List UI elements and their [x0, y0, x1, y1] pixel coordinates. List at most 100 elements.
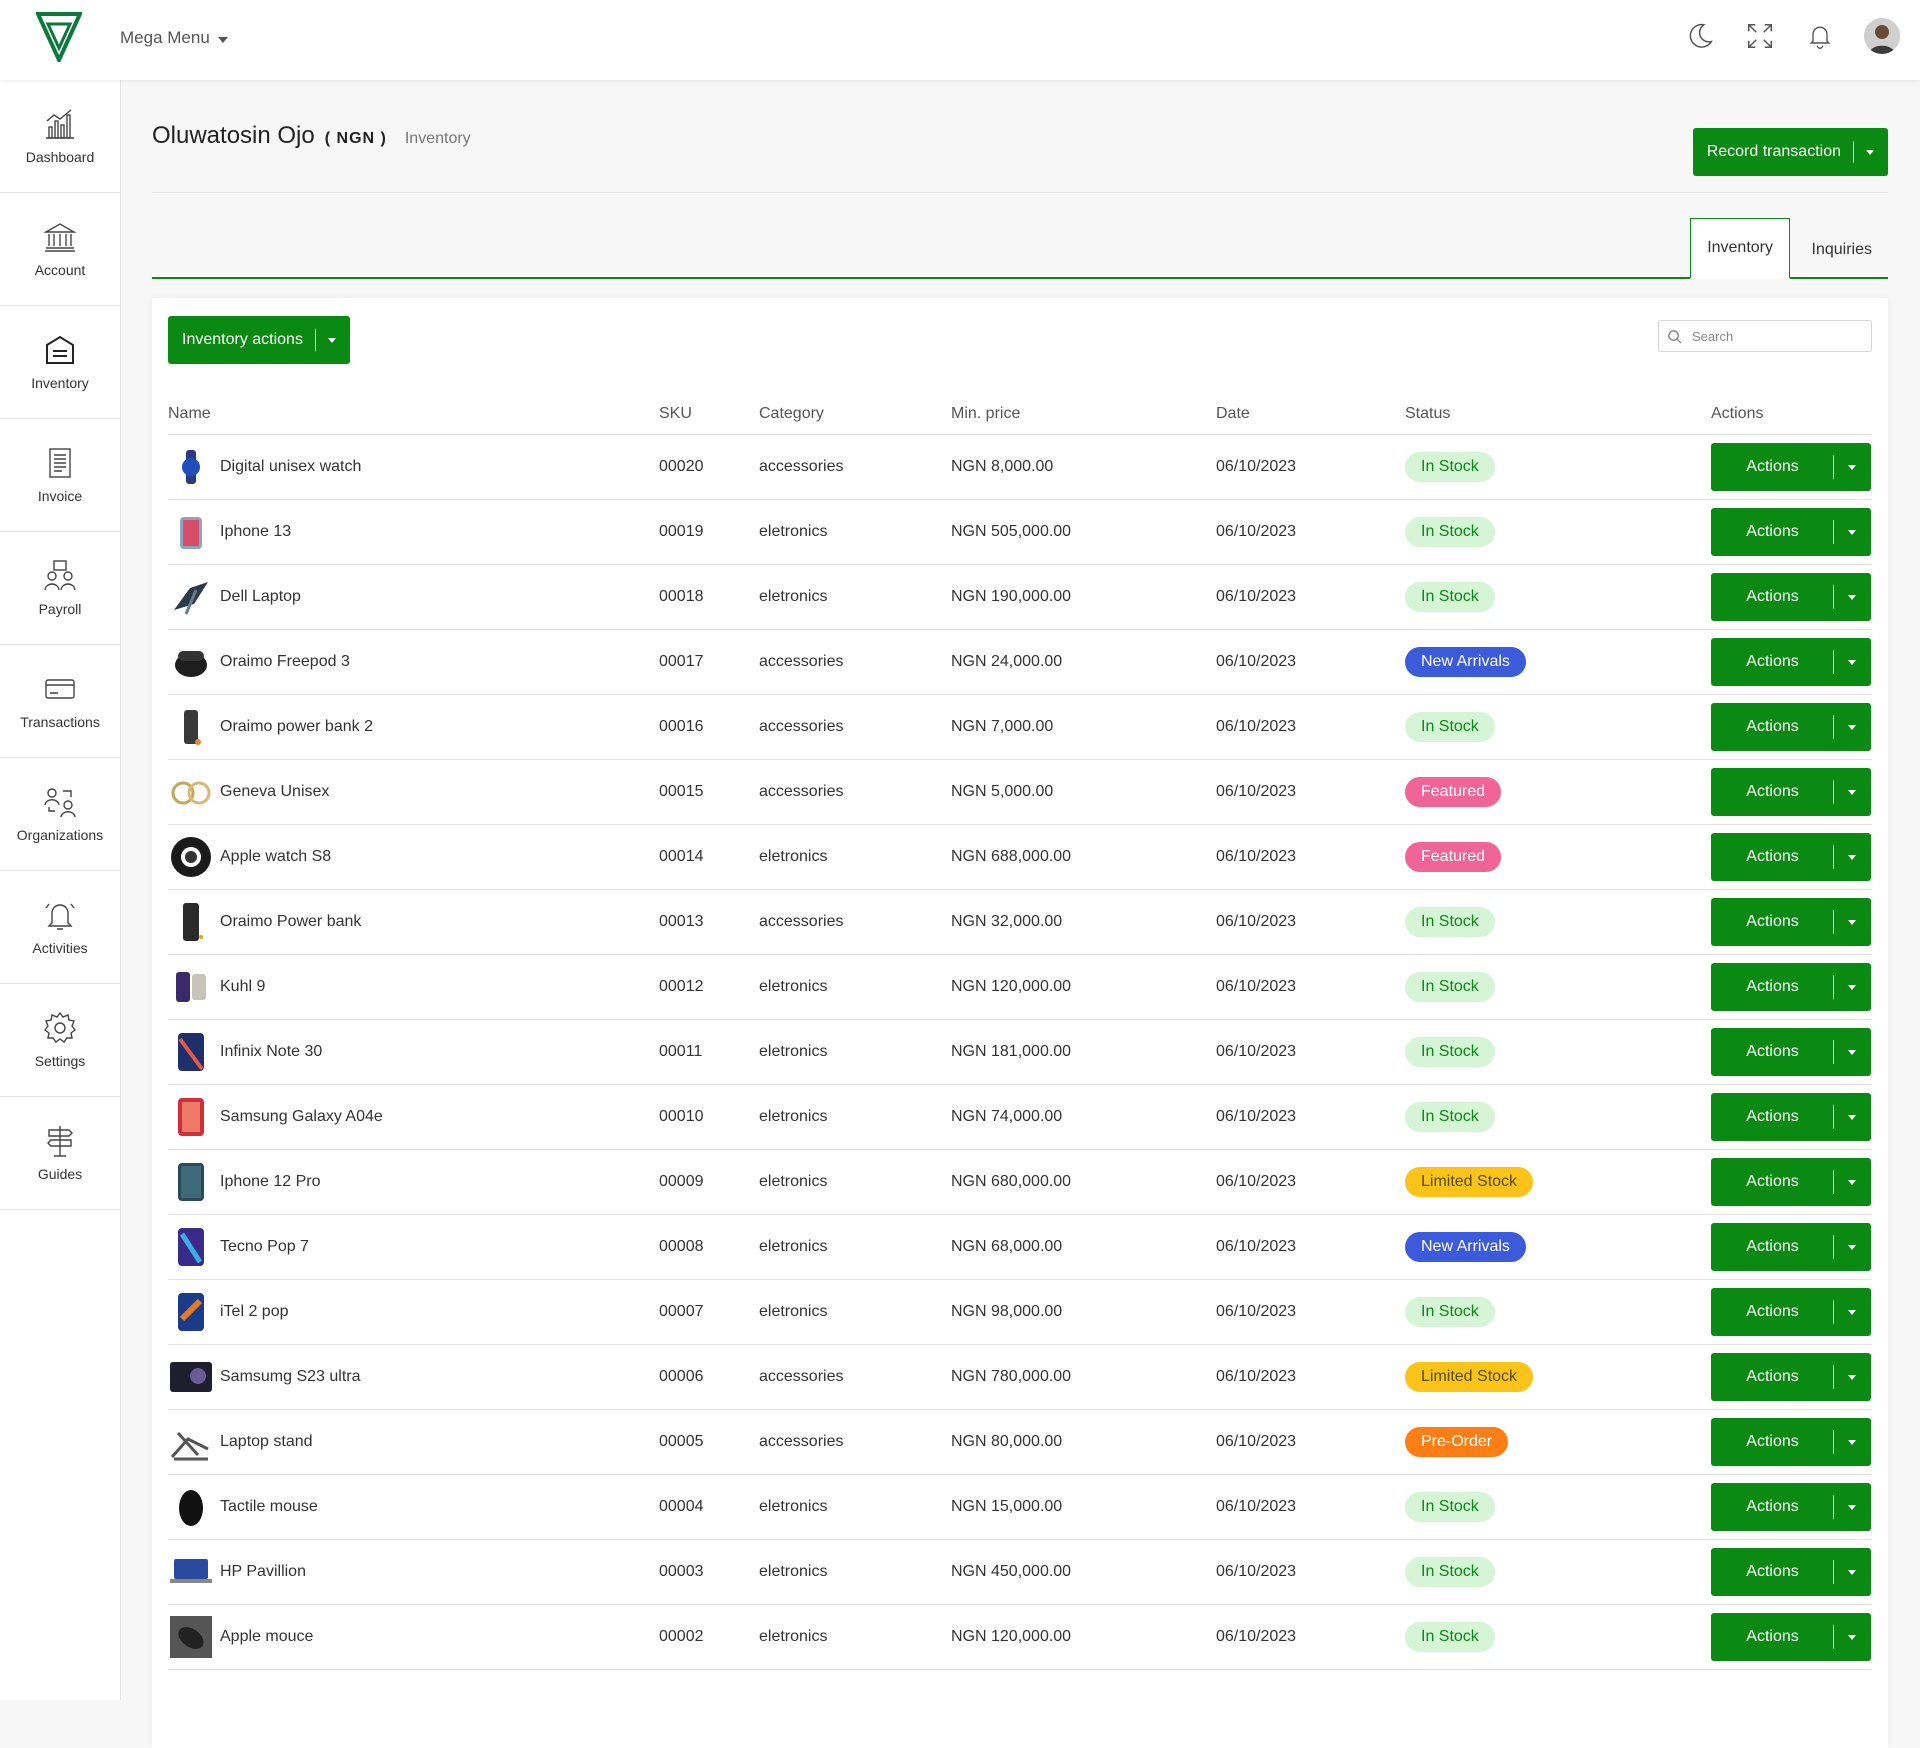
record-transaction-button[interactable]: Record transaction: [1692, 128, 1888, 176]
chevron-down-icon[interactable]: [1847, 1309, 1856, 1315]
product-thumbnail[interactable]: [168, 1419, 214, 1465]
row-actions-button[interactable]: Actions: [1711, 1288, 1871, 1336]
chevron-down-icon[interactable]: [1847, 984, 1856, 990]
row-actions-button[interactable]: Actions: [1711, 1028, 1871, 1076]
product-thumbnail[interactable]: [168, 769, 214, 815]
row-actions-button[interactable]: Actions: [1711, 1223, 1871, 1271]
chevron-down-icon[interactable]: [327, 337, 336, 343]
row-actions-button[interactable]: Actions: [1711, 768, 1871, 816]
product-name[interactable]: Dell Laptop: [220, 588, 301, 606]
search-input[interactable]: [1690, 327, 1854, 345]
product-name[interactable]: Tecno Pop 7: [220, 1238, 309, 1256]
chevron-down-icon[interactable]: [1847, 1634, 1856, 1640]
product-thumbnail[interactable]: [168, 1484, 214, 1530]
row-actions-button[interactable]: Actions: [1711, 1353, 1871, 1401]
product-name[interactable]: HP Pavillion: [220, 1563, 306, 1581]
col-header-status[interactable]: Status: [1405, 394, 1711, 435]
row-actions-button[interactable]: Actions: [1711, 1548, 1871, 1596]
chevron-down-icon[interactable]: [1847, 659, 1856, 665]
moon-icon[interactable]: [1684, 20, 1716, 52]
chevron-down-icon[interactable]: [1847, 789, 1856, 795]
sidebar-item-activities[interactable]: Activities: [0, 871, 120, 984]
chevron-down-icon[interactable]: [1847, 724, 1856, 730]
logo-icon[interactable]: [34, 12, 84, 65]
product-thumbnail[interactable]: [168, 964, 214, 1010]
mega-menu-dropdown[interactable]: Mega Menu: [120, 28, 228, 48]
product-name[interactable]: Samsumg S23 ultra: [220, 1368, 361, 1386]
chevron-down-icon[interactable]: [1847, 1114, 1856, 1120]
row-actions-button[interactable]: Actions: [1711, 638, 1871, 686]
row-actions-button[interactable]: Actions: [1711, 443, 1871, 491]
sidebar-item-settings[interactable]: Settings: [0, 984, 120, 1097]
chevron-down-icon[interactable]: [1847, 1569, 1856, 1575]
tab-inventory[interactable]: Inventory: [1690, 218, 1790, 279]
chevron-down-icon[interactable]: [1847, 1049, 1856, 1055]
chevron-down-icon[interactable]: [1847, 1439, 1856, 1445]
row-actions-button[interactable]: Actions: [1711, 833, 1871, 881]
col-header-category[interactable]: Category: [759, 394, 951, 435]
chevron-down-icon[interactable]: [1847, 464, 1856, 470]
sidebar-item-inventory[interactable]: Inventory: [0, 306, 120, 419]
product-thumbnail[interactable]: [168, 704, 214, 750]
chevron-down-icon[interactable]: [1847, 854, 1856, 860]
chevron-down-icon[interactable]: [1847, 1374, 1856, 1380]
fullscreen-icon[interactable]: [1744, 20, 1776, 52]
breadcrumb[interactable]: Inventory: [405, 130, 471, 148]
sidebar-item-guides[interactable]: Guides: [0, 1097, 120, 1210]
product-name[interactable]: Tactile mouse: [220, 1498, 318, 1516]
col-header-sku[interactable]: SKU: [659, 394, 759, 435]
chevron-down-icon[interactable]: [1847, 1244, 1856, 1250]
bell-icon[interactable]: [1804, 20, 1836, 52]
sidebar-item-transactions[interactable]: Transactions: [0, 645, 120, 758]
col-header-date[interactable]: Date: [1216, 394, 1405, 435]
row-actions-button[interactable]: Actions: [1711, 1483, 1871, 1531]
product-name[interactable]: Iphone 13: [220, 523, 291, 541]
chevron-down-icon[interactable]: [1847, 1504, 1856, 1510]
product-thumbnail[interactable]: [168, 639, 214, 685]
search-box[interactable]: [1658, 320, 1872, 352]
sidebar-item-dashboard[interactable]: Dashboard: [0, 80, 120, 193]
product-name[interactable]: Oraimo power bank 2: [220, 718, 373, 736]
chevron-down-icon[interactable]: [1847, 529, 1856, 535]
col-header-price[interactable]: Min. price: [951, 394, 1216, 435]
product-thumbnail[interactable]: [168, 1549, 214, 1595]
product-thumbnail[interactable]: [168, 1029, 214, 1075]
chevron-down-icon[interactable]: [1847, 594, 1856, 600]
row-actions-button[interactable]: Actions: [1711, 963, 1871, 1011]
product-name[interactable]: Iphone 12 Pro: [220, 1173, 321, 1191]
product-name[interactable]: Infinix Note 30: [220, 1043, 322, 1061]
row-actions-button[interactable]: Actions: [1711, 898, 1871, 946]
product-name[interactable]: Samsung Galaxy A04e: [220, 1108, 383, 1126]
chevron-down-icon[interactable]: [1866, 149, 1874, 155]
product-name[interactable]: iTel 2 pop: [220, 1303, 289, 1321]
product-name[interactable]: Digital unisex watch: [220, 458, 361, 476]
product-thumbnail[interactable]: [168, 444, 214, 490]
product-name[interactable]: Kuhl 9: [220, 978, 265, 996]
sidebar-item-payroll[interactable]: Payroll: [0, 532, 120, 645]
row-actions-button[interactable]: Actions: [1711, 573, 1871, 621]
product-name[interactable]: Apple watch S8: [220, 848, 331, 866]
product-thumbnail[interactable]: [168, 834, 214, 880]
sidebar-item-invoice[interactable]: Invoice: [0, 419, 120, 532]
product-name[interactable]: Apple mouce: [220, 1628, 313, 1646]
product-thumbnail[interactable]: [168, 509, 214, 555]
row-actions-button[interactable]: Actions: [1711, 1093, 1871, 1141]
product-name[interactable]: Laptop stand: [220, 1433, 313, 1451]
row-actions-button[interactable]: Actions: [1711, 508, 1871, 556]
tab-inquiries[interactable]: Inquiries: [1796, 221, 1888, 279]
chevron-down-icon[interactable]: [1847, 1179, 1856, 1185]
col-header-name[interactable]: Name: [168, 394, 659, 435]
row-actions-button[interactable]: Actions: [1711, 1418, 1871, 1466]
product-thumbnail[interactable]: [168, 1094, 214, 1140]
product-name[interactable]: Oraimo Power bank: [220, 913, 361, 931]
row-actions-button[interactable]: Actions: [1711, 1613, 1871, 1661]
product-thumbnail[interactable]: [168, 1289, 214, 1335]
row-actions-button[interactable]: Actions: [1711, 703, 1871, 751]
product-name[interactable]: Geneva Unisex: [220, 783, 329, 801]
product-name[interactable]: Oraimo Freepod 3: [220, 653, 350, 671]
product-thumbnail[interactable]: [168, 1224, 214, 1270]
avatar[interactable]: [1864, 18, 1900, 54]
product-thumbnail[interactable]: [168, 899, 214, 945]
product-thumbnail[interactable]: [168, 1159, 214, 1205]
product-thumbnail[interactable]: [168, 1614, 214, 1660]
